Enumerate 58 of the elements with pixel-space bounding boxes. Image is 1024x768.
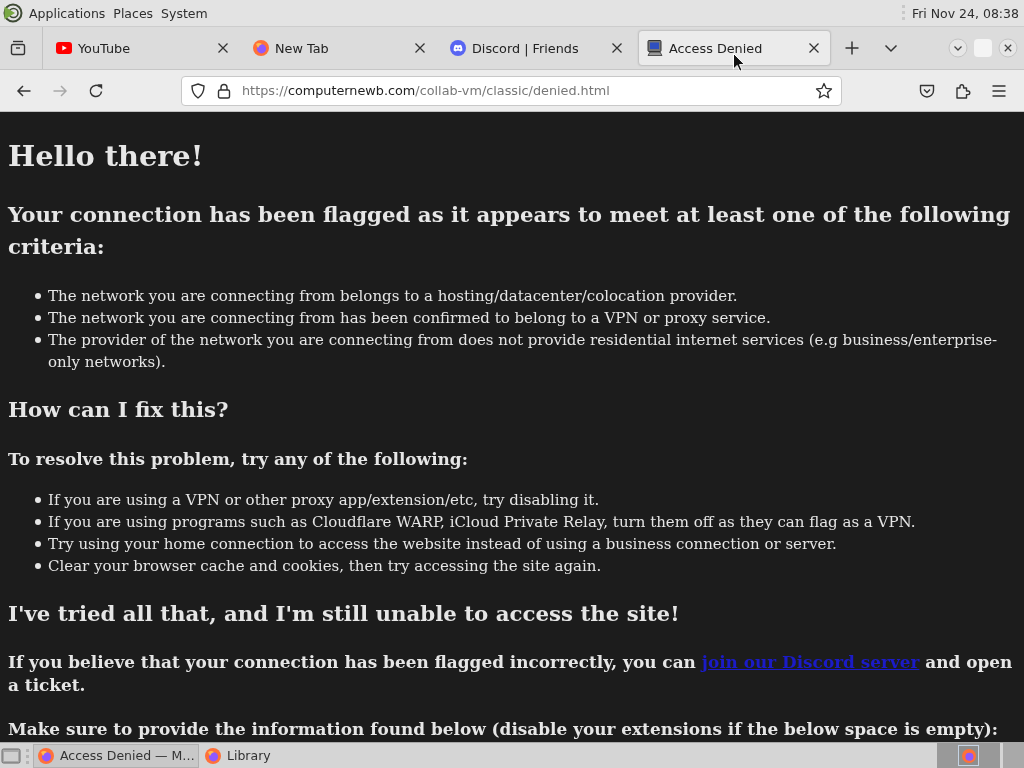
subheading: To resolve this problem, try any of the following: [8, 448, 469, 471]
mouse-pointer-icon [733, 53, 745, 72]
shield-icon[interactable] [190, 82, 206, 99]
reload-icon[interactable] [88, 82, 104, 99]
globe-logo-icon [38, 747, 54, 764]
workspace-tile[interactable] [1003, 743, 1024, 768]
list-item-text: If you are using a VPN or other proxy app/extension/etc, try disabling it. [48, 490, 600, 511]
bullet-icon [35, 519, 41, 525]
close-icon[interactable] [611, 42, 623, 54]
section-heading: Your connection has been flagged as it appears to meet at least one of the following criteria: [8, 201, 1012, 261]
globe-logo-icon [253, 40, 269, 56]
list-item-text: The provider of the network you are connecting from does not provide residential internet services (e.g business/enterprise-only networks). [48, 330, 999, 373]
game-controller-icon [450, 40, 466, 56]
section-heading: I've tried all that, and I'm still unable to access the site! [8, 600, 681, 628]
close-icon[interactable] [217, 42, 229, 54]
paragraph-text: If you believe that your connection has been flagged incorrectly, you can join our Discord server and open a ticket. [8, 651, 1014, 697]
computer-icon [647, 40, 663, 56]
browser-tab[interactable]: YouTube [47, 30, 240, 66]
address-field[interactable]: https://computernewb.com/collab-vm/classic/denied.html [181, 75, 842, 106]
bullet-icon [35, 293, 41, 299]
bullet-icon [35, 315, 41, 321]
clock[interactable]: Fri Nov 24, 08:38 [911, 5, 1019, 21]
globe-logo-icon [205, 747, 221, 764]
lock-icon[interactable] [217, 82, 231, 99]
browser-tab[interactable]: Access Denied [638, 30, 831, 66]
list-item-text: The network you are connecting from has been confirmed to belong to a VPN or proxy service. [48, 308, 771, 329]
paragraph-text: Make sure to provide the information found below (disable your extensions if the below space is empty): [8, 718, 999, 741]
play-icon [56, 42, 72, 54]
back-arrow-icon[interactable] [16, 82, 32, 99]
close-icon[interactable] [808, 42, 820, 54]
list-item-text: The network you are connecting from belongs to a hosting/datacenter/colocation provider. [48, 286, 738, 307]
list-item-text: Try using your home connection to access the website instead of using a business connection or server. [48, 534, 837, 555]
plus-icon[interactable] [844, 40, 860, 56]
taskbar-button[interactable]: Access Denied — M… [33, 743, 199, 768]
url-text[interactable]: https://computernewb.com/collab-vm/classic/denied.html [242, 83, 610, 98]
panel-menu[interactable]: Places [113, 5, 154, 21]
panel-menu[interactable]: Applications [29, 5, 106, 21]
close-icon[interactable] [414, 42, 426, 54]
drag-handle-icon [26, 747, 29, 764]
bullet-icon [35, 337, 41, 343]
browser-tab[interactable]: Discord | Friends [441, 30, 634, 66]
workspace-tile[interactable] [937, 743, 1000, 768]
puzzle-piece-icon[interactable] [955, 82, 971, 99]
menu-icon[interactable] [991, 82, 1007, 99]
list-item-text: If you are using programs such as Cloudflare WARP, iCloud Private Relay, turn them off as they can flag as a VPN. [48, 512, 916, 533]
bullet-icon [35, 497, 41, 503]
pocket-icon[interactable] [919, 82, 935, 99]
list-item-text: Clear your browser cache and cookies, then try accessing the site again. [48, 556, 602, 577]
taskbar-button[interactable]: Library [201, 743, 367, 768]
bullet-icon [35, 541, 41, 547]
menu-logo-icon[interactable] [3, 3, 23, 23]
tray-icon[interactable] [10, 40, 26, 56]
page-heading: Hello there! [8, 138, 205, 175]
star-icon[interactable] [815, 81, 833, 100]
browser-tab[interactable]: New Tab [244, 30, 437, 66]
panel-menu[interactable]: System [161, 5, 208, 21]
bullet-icon [35, 563, 41, 569]
section-heading: How can I fix this? [8, 396, 230, 424]
